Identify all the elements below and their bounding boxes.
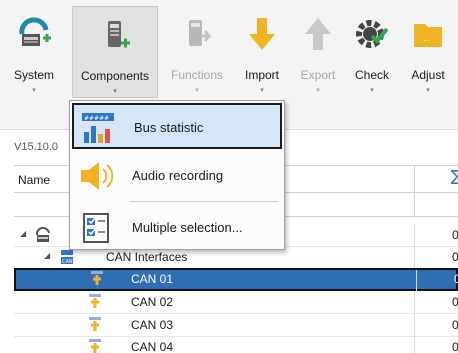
chevron-down-icon: ▾ bbox=[113, 88, 117, 95]
column-divider bbox=[414, 246, 415, 268]
speaker-icon bbox=[81, 162, 114, 190]
can-interfaces-icon: CAN bbox=[61, 250, 73, 265]
column-divider bbox=[416, 270, 417, 292]
column-header-name[interactable]: Name bbox=[18, 173, 50, 187]
version-label: V15.10.0 bbox=[14, 141, 59, 153]
adjust-button[interactable]: ... Adjust ▾ bbox=[402, 6, 454, 98]
chevron-down-icon: ▾ bbox=[316, 87, 320, 94]
system-button-label: System bbox=[13, 68, 54, 82]
column-divider bbox=[414, 336, 415, 353]
menu-separator bbox=[130, 201, 278, 202]
can-channel-icon bbox=[91, 271, 103, 285]
column-divider bbox=[414, 224, 415, 246]
import-button[interactable]: Import ▾ bbox=[236, 6, 288, 98]
can-channel-icon bbox=[89, 317, 101, 331]
chevron-down-icon: ▾ bbox=[426, 87, 430, 94]
components-icon bbox=[108, 21, 130, 48]
components-button[interactable]: Components ▾ bbox=[72, 6, 158, 98]
export-arrow-icon bbox=[305, 18, 331, 50]
import-button-label: Import bbox=[244, 68, 279, 82]
tree-row-label: CAN 03 bbox=[131, 318, 174, 332]
column-divider bbox=[414, 314, 415, 336]
menu-item-bus-statistic[interactable]: ##### Bus statistic bbox=[72, 103, 282, 149]
tree-row-label: CAN 01 bbox=[131, 272, 174, 286]
svg-text:#####: ##### bbox=[84, 115, 109, 122]
chevron-down-icon: ▾ bbox=[195, 87, 199, 94]
tree-row-label: CAN 02 bbox=[131, 295, 174, 309]
menu-item-label: Multiple selection... bbox=[132, 220, 243, 235]
tree-row-can-01[interactable]: CAN 01 0 bbox=[14, 268, 458, 292]
svg-text:...: ... bbox=[423, 34, 431, 43]
checklist-icon bbox=[83, 213, 109, 243]
row-value: 0 bbox=[452, 340, 458, 353]
system-button[interactable]: System ▾ bbox=[4, 6, 64, 98]
export-button[interactable]: Export ▾ bbox=[292, 6, 344, 98]
chevron-down-icon: ▾ bbox=[370, 87, 374, 94]
chevron-down-icon: ▾ bbox=[32, 87, 36, 94]
bus-statistic-icon: ##### bbox=[82, 113, 114, 143]
functions-button-label: Functions bbox=[170, 68, 224, 82]
folder-icon: ... bbox=[414, 24, 442, 47]
can-channel-icon bbox=[89, 294, 101, 308]
functions-icon bbox=[189, 20, 213, 46]
tree-row-label: CAN 04 bbox=[131, 340, 174, 353]
row-value: 0 bbox=[452, 295, 458, 309]
chevron-down-icon: ▾ bbox=[260, 87, 264, 94]
row-value: 0 bbox=[454, 272, 458, 286]
row-value: 0 bbox=[452, 318, 458, 332]
column-divider bbox=[414, 291, 415, 313]
functions-button[interactable]: Functions ▾ bbox=[164, 6, 230, 98]
import-arrow-icon bbox=[249, 18, 275, 50]
components-button-label: Components bbox=[80, 69, 150, 83]
collapse-toggle-icon[interactable]: ◢ bbox=[20, 229, 26, 238]
column-header-sum[interactable]: Σ bbox=[450, 167, 458, 190]
svg-text:CAN: CAN bbox=[62, 259, 73, 265]
column-divider[interactable] bbox=[414, 166, 415, 192]
check-button[interactable]: Check ▾ bbox=[348, 6, 396, 98]
row-value: 0 bbox=[452, 250, 458, 264]
menu-item-multiple-selection[interactable]: Multiple selection... bbox=[72, 205, 282, 251]
tree-row-label: CAN Interfaces bbox=[106, 250, 188, 264]
can-channel-icon bbox=[89, 339, 101, 353]
row-value: 0 bbox=[452, 228, 458, 242]
column-divider bbox=[414, 193, 415, 216]
collapse-toggle-icon[interactable]: ◢ bbox=[44, 251, 50, 260]
components-dropdown-menu: ##### Bus statistic Audio recording Mult… bbox=[69, 100, 285, 250]
menu-item-label: Audio recording bbox=[132, 168, 224, 183]
system-icon bbox=[19, 17, 51, 46]
tree-row-can-03[interactable]: CAN 03 0 bbox=[14, 314, 458, 337]
system-icon bbox=[36, 227, 50, 242]
tree-row-can-04[interactable]: CAN 04 0 bbox=[14, 336, 458, 353]
tree-row-can-02[interactable]: CAN 02 0 bbox=[14, 291, 458, 314]
export-button-label: Export bbox=[300, 68, 336, 82]
check-button-label: Check bbox=[354, 68, 389, 82]
menu-item-label: Bus statistic bbox=[134, 120, 204, 135]
menu-item-audio-recording[interactable]: Audio recording bbox=[72, 153, 282, 199]
adjust-button-label: Adjust bbox=[411, 68, 445, 82]
gear-check-icon bbox=[356, 20, 389, 48]
